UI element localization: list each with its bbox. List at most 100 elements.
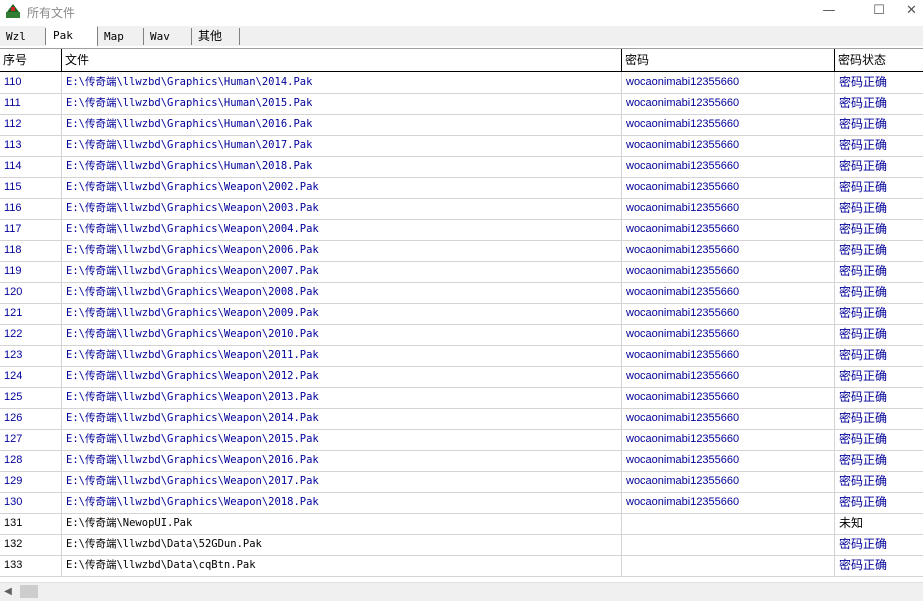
row-password-status: 密码正确 xyxy=(839,327,888,341)
row-file-path: E:\传奇端\llwzbd\Data\cqBtn.Pak xyxy=(62,555,622,576)
row-file-path: E:\传奇端\NewopUI.Pak xyxy=(62,513,622,534)
table-row[interactable]: 123 E:\传奇端\llwzbd\Graphics\Weapon\2011.Pa… xyxy=(0,345,923,367)
row-file-path: E:\传奇端\llwzbd\Graphics\Human\2015.Pak xyxy=(62,93,622,114)
table-row[interactable]: 130 E:\传奇端\llwzbd\Graphics\Weapon\2018.Pa… xyxy=(0,492,923,514)
table-row[interactable]: 127 E:\传奇端\llwzbd\Graphics\Weapon\2015.Pa… xyxy=(0,429,923,451)
close-icon[interactable]: ✕ xyxy=(906,0,923,24)
table-row[interactable]: 118 E:\传奇端\llwzbd\Graphics\Weapon\2006.Pa… xyxy=(0,240,923,262)
table-row[interactable]: 128 E:\传奇端\llwzbd\Graphics\Weapon\2016.Pa… xyxy=(0,450,923,472)
row-password xyxy=(622,513,835,534)
row-file-path: E:\传奇端\llwzbd\Graphics\Human\2018.Pak xyxy=(62,156,622,177)
column-header-password-status[interactable]: 密码状态 xyxy=(835,49,923,71)
row-password-status: 密码正确 xyxy=(839,96,888,110)
row-index: 115 xyxy=(0,177,62,198)
row-password: wocaonimabi12355660 xyxy=(622,240,835,261)
row-password: wocaonimabi12355660 xyxy=(622,303,835,324)
tab-other[interactable]: 其他 xyxy=(192,28,240,45)
row-password-status: 密码正确 xyxy=(839,558,888,572)
column-header-index[interactable]: 序号 xyxy=(0,49,62,71)
row-password-status: 密码正确 xyxy=(839,222,888,236)
row-password: wocaonimabi12355660 xyxy=(622,324,835,345)
row-password: wocaonimabi12355660 xyxy=(622,387,835,408)
tab-label: 其他 xyxy=(198,29,223,43)
table-row[interactable]: 122 E:\传奇端\llwzbd\Graphics\Weapon\2010.Pa… xyxy=(0,324,923,346)
table-row[interactable]: 117 E:\传奇端\llwzbd\Graphics\Weapon\2004.Pa… xyxy=(0,219,923,241)
table-row[interactable]: 124 E:\传奇端\llwzbd\Graphics\Weapon\2012.Pa… xyxy=(0,366,923,388)
scrollbar-thumb[interactable] xyxy=(20,585,38,598)
row-password-status: 密码正确 xyxy=(839,285,888,299)
row-file-path: E:\传奇端\llwzbd\Graphics\Human\2014.Pak xyxy=(62,72,622,93)
table-row[interactable]: 119 E:\传奇端\llwzbd\Graphics\Weapon\2007.Pa… xyxy=(0,261,923,283)
row-index: 116 xyxy=(0,198,62,219)
row-file-path: E:\传奇端\llwzbd\Graphics\Weapon\2017.Pak xyxy=(62,471,622,492)
row-index: 132 xyxy=(0,534,62,555)
minimize-icon[interactable]: — xyxy=(806,0,852,24)
row-password-status: 密码正确 xyxy=(839,243,888,257)
row-password: wocaonimabi12355660 xyxy=(622,492,835,513)
table-row[interactable]: 131 E:\传奇端\NewopUI.Pak 未知 xyxy=(0,513,923,535)
maximize-icon[interactable]: ☐ xyxy=(856,0,902,24)
row-password: wocaonimabi12355660 xyxy=(622,366,835,387)
row-password xyxy=(622,555,835,576)
scroll-left-arrow-icon[interactable]: ◀ xyxy=(2,586,14,598)
row-password-status: 密码正确 xyxy=(839,453,888,467)
table-row[interactable]: 132 E:\传奇端\llwzbd\Data\52GDun.Pak 密码正确 xyxy=(0,534,923,556)
row-password: wocaonimabi12355660 xyxy=(622,198,835,219)
row-file-path: E:\传奇端\llwzbd\Graphics\Human\2016.Pak xyxy=(62,114,622,135)
row-index: 113 xyxy=(0,135,62,156)
tab-wzl[interactable]: Wzl xyxy=(0,28,46,45)
table-row[interactable]: 126 E:\传奇端\llwzbd\Graphics\Weapon\2014.Pa… xyxy=(0,408,923,430)
row-password-status: 密码正确 xyxy=(839,180,888,194)
row-index: 128 xyxy=(0,450,62,471)
row-file-path: E:\传奇端\llwzbd\Graphics\Weapon\2008.Pak xyxy=(62,282,622,303)
row-password: wocaonimabi12355660 xyxy=(622,450,835,471)
table-row[interactable]: 112 E:\传奇端\llwzbd\Graphics\Human\2016.Pak… xyxy=(0,114,923,136)
row-password: wocaonimabi12355660 xyxy=(622,177,835,198)
table-row[interactable]: 110 E:\传奇端\llwzbd\Graphics\Human\2014.Pak… xyxy=(0,72,923,94)
row-password xyxy=(622,534,835,555)
row-file-path: E:\传奇端\llwzbd\Graphics\Weapon\2018.Pak xyxy=(62,492,622,513)
column-header-password[interactable]: 密码 xyxy=(622,49,835,71)
row-password-status: 未知 xyxy=(839,516,864,530)
horizontal-scrollbar[interactable]: ◀ xyxy=(0,582,923,601)
row-index: 125 xyxy=(0,387,62,408)
row-index: 124 xyxy=(0,366,62,387)
row-password-status: 密码正确 xyxy=(839,117,888,131)
row-file-path: E:\传奇端\llwzbd\Graphics\Weapon\2003.Pak xyxy=(62,198,622,219)
table-row[interactable]: 116 E:\传奇端\llwzbd\Graphics\Weapon\2003.Pa… xyxy=(0,198,923,220)
table-row[interactable]: 120 E:\传奇端\llwzbd\Graphics\Weapon\2008.Pa… xyxy=(0,282,923,304)
tab-label: Map xyxy=(104,30,124,43)
row-index: 126 xyxy=(0,408,62,429)
tab-wav[interactable]: Wav xyxy=(144,28,192,45)
row-file-path: E:\传奇端\llwzbd\Graphics\Human\2017.Pak xyxy=(62,135,622,156)
tab-pak[interactable]: Pak xyxy=(46,26,98,46)
row-file-path: E:\传奇端\llwzbd\Graphics\Weapon\2012.Pak xyxy=(62,366,622,387)
row-index: 122 xyxy=(0,324,62,345)
table-row[interactable]: 114 E:\传奇端\llwzbd\Graphics\Human\2018.Pak… xyxy=(0,156,923,178)
column-header-file[interactable]: 文件 xyxy=(62,49,622,71)
table-row[interactable]: 129 E:\传奇端\llwzbd\Graphics\Weapon\2017.Pa… xyxy=(0,471,923,493)
table-row[interactable]: 121 E:\传奇端\llwzbd\Graphics\Weapon\2009.Pa… xyxy=(0,303,923,325)
table-row[interactable]: 111 E:\传奇端\llwzbd\Graphics\Human\2015.Pak… xyxy=(0,93,923,115)
row-file-path: E:\传奇端\llwzbd\Graphics\Weapon\2016.Pak xyxy=(62,450,622,471)
row-index: 114 xyxy=(0,156,62,177)
row-password: wocaonimabi12355660 xyxy=(622,72,835,93)
row-password: wocaonimabi12355660 xyxy=(622,93,835,114)
list-header: 序号 文件 密码 密码状态 xyxy=(0,49,923,72)
title-bar: 所有文件 — ☐ ✕ xyxy=(0,0,923,24)
table-row[interactable]: 133 E:\传奇端\llwzbd\Data\cqBtn.Pak 密码正确 xyxy=(0,555,923,577)
table-row[interactable]: 125 E:\传奇端\llwzbd\Graphics\Weapon\2013.Pa… xyxy=(0,387,923,409)
row-password-status: 密码正确 xyxy=(839,495,888,509)
row-index: 123 xyxy=(0,345,62,366)
tab-map[interactable]: Map xyxy=(98,28,144,45)
row-index: 121 xyxy=(0,303,62,324)
file-list-view[interactable]: 序号 文件 密码 密码状态 110 E:\传奇端\llwzbd\Graphics\… xyxy=(0,48,923,583)
row-password-status: 密码正确 xyxy=(839,75,888,89)
table-row[interactable]: 113 E:\传奇端\llwzbd\Graphics\Human\2017.Pak… xyxy=(0,135,923,157)
row-password-status: 密码正确 xyxy=(839,348,888,362)
row-password: wocaonimabi12355660 xyxy=(622,261,835,282)
row-index: 120 xyxy=(0,282,62,303)
table-row[interactable]: 115 E:\传奇端\llwzbd\Graphics\Weapon\2002.Pa… xyxy=(0,177,923,199)
row-password: wocaonimabi12355660 xyxy=(622,135,835,156)
row-password-status: 密码正确 xyxy=(839,537,888,551)
